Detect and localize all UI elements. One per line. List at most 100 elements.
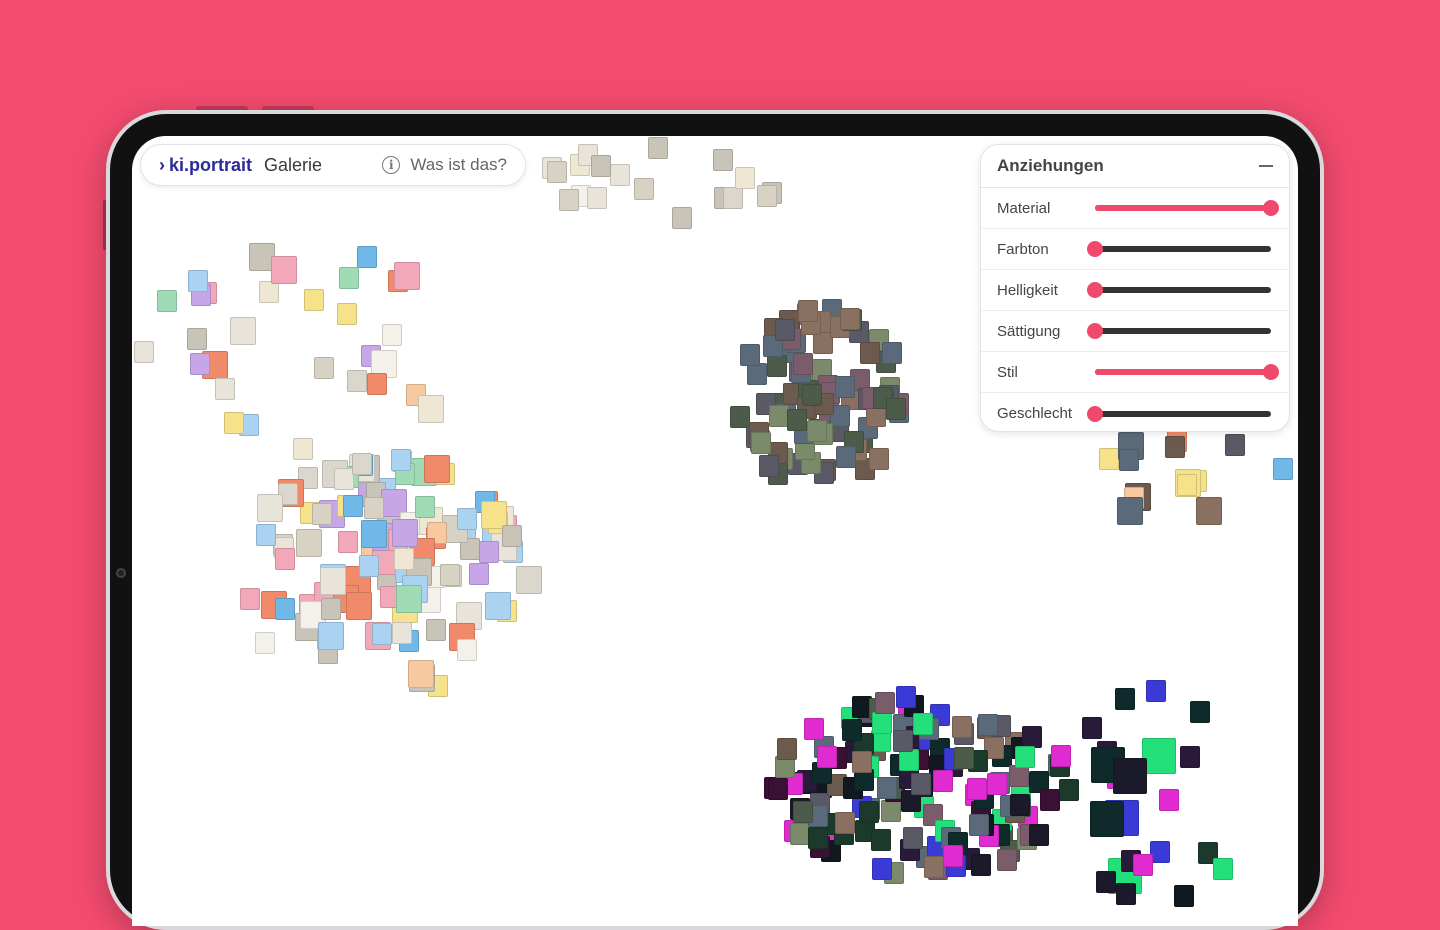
portrait-thumbnail[interactable] (547, 161, 567, 183)
portrait-thumbnail[interactable] (768, 778, 788, 800)
portrait-thumbnail[interactable] (896, 686, 916, 708)
portrait-thumbnail[interactable] (954, 747, 974, 769)
portrait-thumbnail[interactable] (723, 187, 743, 209)
portrait-thumbnail[interactable] (224, 412, 244, 434)
portrait-thumbnail[interactable] (1159, 789, 1179, 811)
portrait-thumbnail[interactable] (1029, 824, 1049, 846)
portrait-thumbnail[interactable] (347, 370, 367, 392)
portrait-thumbnail[interactable] (793, 801, 813, 823)
portrait-thumbnail[interactable] (337, 303, 357, 325)
portrait-thumbnail[interactable] (457, 508, 477, 530)
portrait-thumbnail[interactable] (259, 281, 279, 303)
portrait-thumbnail[interactable] (343, 495, 363, 517)
portrait-thumbnail[interactable] (271, 256, 297, 284)
portrait-thumbnail[interactable] (359, 555, 379, 577)
portrait-thumbnail[interactable] (502, 525, 522, 547)
portrait-thumbnail[interactable] (730, 406, 750, 428)
portrait-thumbnail[interactable] (1090, 801, 1124, 837)
slider-knob[interactable] (1087, 405, 1103, 422)
portrait-thumbnail[interactable] (457, 639, 477, 661)
portrait-thumbnail[interactable] (1213, 858, 1233, 880)
slider-knob[interactable] (1087, 282, 1103, 298)
portrait-thumbnail[interactable] (1096, 871, 1116, 893)
portrait-thumbnail[interactable] (516, 566, 542, 594)
portrait-thumbnail[interactable] (275, 598, 295, 620)
portrait-thumbnail[interactable] (872, 712, 892, 734)
portrait-thumbnail[interactable] (775, 319, 795, 341)
portrait-thumbnail[interactable] (634, 178, 654, 200)
minus-icon[interactable] (1259, 165, 1273, 167)
portrait-thumbnail[interactable] (304, 289, 324, 311)
portrait-thumbnail[interactable] (1010, 794, 1030, 816)
portrait-thumbnail[interactable] (943, 845, 963, 867)
portrait-thumbnail[interactable] (188, 270, 208, 292)
portrait-thumbnail[interactable] (798, 300, 818, 322)
portrait-thumbnail[interactable] (382, 324, 402, 346)
portrait-thumbnail[interactable] (978, 714, 998, 736)
portrait-thumbnail[interactable] (1180, 746, 1200, 768)
portrait-thumbnail[interactable] (893, 730, 913, 752)
portrait-thumbnail[interactable] (361, 520, 387, 548)
portrait-thumbnail[interactable] (312, 503, 332, 525)
portrait-thumbnail[interactable] (346, 592, 372, 620)
portrait-thumbnail[interactable] (426, 619, 446, 641)
portrait-thumbnail[interactable] (559, 189, 579, 211)
portrait-thumbnail[interactable] (1040, 789, 1060, 811)
portrait-thumbnail[interactable] (836, 446, 856, 468)
portrait-thumbnail[interactable] (793, 353, 813, 375)
portrait-thumbnail[interactable] (859, 801, 879, 823)
portrait-thumbnail[interactable] (713, 149, 733, 171)
portrait-thumbnail[interactable] (817, 746, 837, 768)
portrait-thumbnail[interactable] (255, 632, 275, 654)
portrait-thumbnail[interactable] (872, 858, 892, 880)
portrait-thumbnail[interactable] (1174, 885, 1194, 907)
portrait-thumbnail[interactable] (913, 713, 933, 735)
portrait-thumbnail[interactable] (339, 267, 359, 289)
portrait-thumbnail[interactable] (971, 854, 991, 876)
portrait-thumbnail[interactable] (1099, 448, 1119, 470)
portrait-thumbnail[interactable] (418, 395, 444, 423)
portrait-thumbnail[interactable] (842, 719, 862, 741)
portrait-thumbnail[interactable] (256, 524, 276, 546)
portrait-thumbnail[interactable] (787, 409, 807, 431)
portrait-thumbnail[interactable] (1117, 497, 1143, 525)
portrait-thumbnail[interactable] (215, 378, 235, 400)
portrait-thumbnail[interactable] (424, 455, 450, 483)
portrait-thumbnail[interactable] (886, 398, 906, 420)
portrait-thumbnail[interactable] (1119, 449, 1139, 471)
portrait-thumbnail[interactable] (852, 751, 872, 773)
portrait-thumbnail[interactable] (320, 567, 346, 595)
help-button[interactable]: i Was ist das? (382, 155, 507, 175)
portrait-thumbnail[interactable] (740, 344, 760, 366)
portrait-thumbnail[interactable] (275, 548, 295, 570)
slider-track[interactable] (1095, 200, 1279, 216)
portrait-thumbnail[interactable] (1059, 779, 1079, 801)
slider-knob[interactable] (1087, 241, 1103, 257)
portrait-thumbnail[interactable] (394, 262, 420, 290)
portrait-thumbnail[interactable] (1115, 688, 1135, 710)
portrait-thumbnail[interactable] (296, 529, 322, 557)
portrait-thumbnail[interactable] (735, 167, 755, 189)
portrait-thumbnail[interactable] (835, 376, 855, 398)
slider-track[interactable] (1087, 282, 1271, 298)
slider-knob[interactable] (1263, 364, 1279, 380)
portrait-thumbnail[interactable] (187, 328, 207, 350)
slider-knob[interactable] (1087, 323, 1103, 339)
portrait-thumbnail[interactable] (757, 185, 777, 207)
gallery-link[interactable]: Galerie (264, 155, 322, 176)
portrait-thumbnail[interactable] (230, 317, 256, 345)
portrait-thumbnail[interactable] (479, 541, 499, 563)
portrait-thumbnail[interactable] (899, 749, 919, 771)
portrait-thumbnail[interactable] (840, 308, 860, 330)
portrait-thumbnail[interactable] (967, 778, 987, 800)
portrait-thumbnail[interactable] (1146, 680, 1166, 702)
portrait-thumbnail[interactable] (334, 468, 354, 490)
portrait-thumbnail[interactable] (1116, 883, 1136, 905)
portrait-thumbnail[interactable] (587, 187, 607, 209)
portrait-thumbnail[interactable] (1142, 738, 1176, 774)
portrait-thumbnail[interactable] (364, 497, 384, 519)
portrait-thumbnail[interactable] (802, 384, 822, 406)
portrait-thumbnail[interactable] (987, 773, 1007, 795)
portrait-thumbnail[interactable] (808, 827, 828, 849)
portrait-thumbnail[interactable] (1113, 758, 1147, 794)
